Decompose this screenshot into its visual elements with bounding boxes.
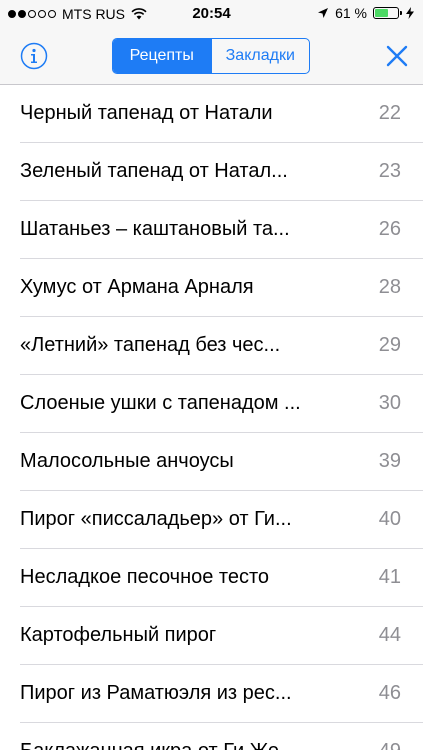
recipe-row[interactable]: Картофельный пирог 44 — [0, 607, 423, 665]
battery-nub — [400, 11, 402, 15]
recipe-title: Пирог «писсаладьер» от Ги... — [20, 508, 292, 530]
location-icon — [318, 8, 329, 18]
recipe-list: Черный тапенад от Натали 22 Зеленый тапена… — [0, 85, 423, 750]
segment-recipes[interactable]: Рецепты — [113, 39, 211, 73]
recipe-row[interactable]: Хумус от Армана Арналя 28 — [0, 259, 423, 317]
recipe-title: Зеленый тапенад от Натал... — [20, 160, 288, 182]
recipe-title: Шатаньез – каштановый та... — [20, 218, 290, 240]
recipe-page-number: 22 — [378, 102, 401, 124]
recipe-page-number: 29 — [378, 334, 401, 356]
recipe-row[interactable]: Слоеные ушки с тапенадом ... 30 — [0, 375, 423, 433]
battery-icon — [373, 7, 402, 19]
battery-level — [375, 9, 388, 17]
recipe-row[interactable]: «Летний» тапенад без чес... 29 — [0, 317, 423, 375]
recipe-title: «Летний» тапенад без чес... — [20, 334, 281, 356]
navigation-bar: Рецепты Закладки — [0, 28, 423, 85]
recipe-title: Слоеные ушки с тапенадом ... — [20, 392, 301, 414]
recipe-row[interactable]: Зеленый тапенад от Натал... 23 — [0, 143, 423, 201]
recipe-row[interactable]: Малосольные анчоусы 39 — [0, 433, 423, 491]
recipe-title: Хумус от Армана Арналя — [20, 276, 254, 298]
recipe-page-number: 28 — [378, 276, 401, 298]
segment-bookmarks[interactable]: Закладки — [210, 39, 310, 73]
recipe-row[interactable]: Черный тапенад от Натали 22 — [0, 85, 423, 143]
recipe-page-number: 49 — [379, 740, 401, 750]
recipe-title: Пирог из Раматюэля из рес... — [20, 682, 292, 704]
recipe-row[interactable]: Шатаньез – каштановый та... 26 — [0, 201, 423, 259]
recipe-page-number: 39 — [378, 450, 401, 472]
segmented-control: Рецепты Закладки — [112, 38, 310, 74]
recipe-page-number: 30 — [378, 392, 401, 414]
status-right: 61 % — [317, 5, 415, 21]
recipe-title: Картофельный пирог — [20, 624, 217, 646]
recipe-row[interactable]: Пирог из Раматюэля из рес... 46 — [0, 665, 423, 723]
recipe-title: Баклажанная икра от Ги Же... — [20, 740, 350, 750]
app-screen: MTS RUS 20:54 61 % Рецепты Закладки Черн… — [0, 0, 423, 750]
status-bar: MTS RUS 20:54 61 % — [0, 0, 423, 28]
battery-percent: 61 % — [335, 5, 367, 21]
recipe-title: Малосольные анчоусы — [20, 450, 234, 472]
recipe-page-number: 44 — [378, 624, 401, 646]
recipe-row[interactable]: Пирог «писсаладьер» от Ги... 40 — [0, 491, 423, 549]
recipe-page-number: 26 — [378, 218, 401, 240]
recipe-page-number: 23 — [378, 160, 401, 182]
recipe-row[interactable]: Несладкое песочное тесто 41 — [0, 549, 423, 607]
info-button[interactable] — [20, 42, 48, 70]
info-icon — [20, 42, 48, 70]
recipe-page-number: 40 — [378, 508, 401, 530]
recipe-row[interactable]: Баклажанная икра от Ги Же... 49 — [0, 723, 423, 750]
recipe-title: Несладкое песочное тесто — [20, 566, 270, 588]
recipe-page-number: 46 — [378, 682, 401, 704]
recipe-title: Черный тапенад от Натали — [20, 102, 273, 124]
recipe-page-number: 41 — [378, 566, 401, 588]
close-button[interactable] — [385, 44, 409, 68]
charge-icon — [406, 7, 414, 19]
close-icon — [386, 45, 408, 67]
